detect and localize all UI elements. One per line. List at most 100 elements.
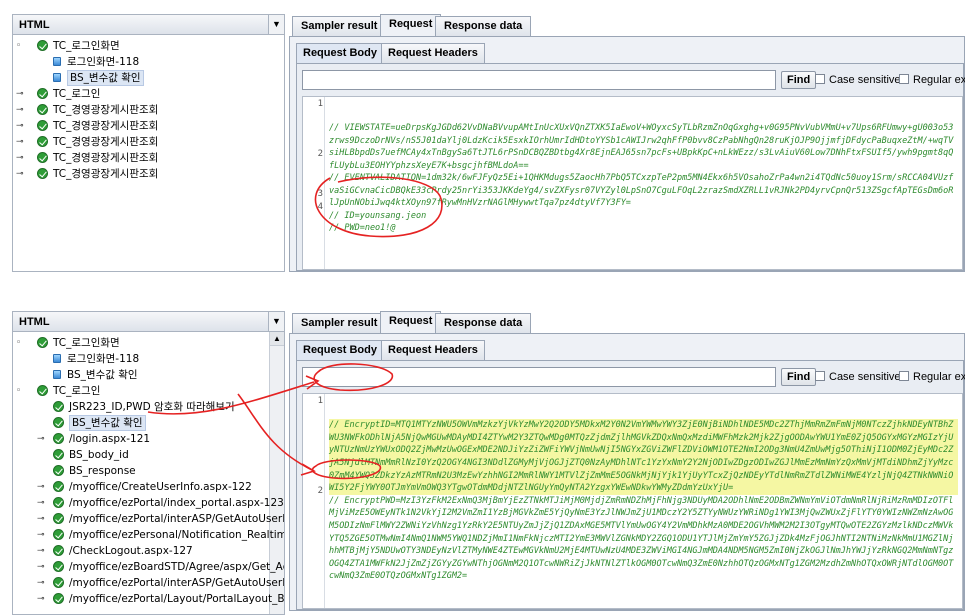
tree-node[interactable]: ⊸ TC_경영광장게시판조회	[13, 134, 284, 150]
tree-node-label: /myoffice/ezPersonal/Notification_Realti…	[69, 529, 285, 541]
tree-node-label: TC_경영광장게시판조회	[53, 104, 159, 116]
tree-node-label: /myoffice/CreateUserInfo.aspx-122	[69, 481, 252, 493]
search-input[interactable]	[302, 70, 776, 90]
sampler-icon	[53, 354, 61, 363]
tree-node-label: /myoffice/ezPortal/interASP/GetAutoUserL…	[69, 577, 285, 589]
tree-node-label: /myoffice/ezPortal/Layout/PortalLayout_B…	[69, 593, 285, 605]
expand-toggle-icon[interactable]: ◦	[16, 383, 24, 399]
tree-node[interactable]: ◦ TC_로그인	[13, 383, 284, 399]
expand-toggle-icon[interactable]: ⊸	[37, 543, 45, 559]
expand-toggle-icon[interactable]: ⊸	[16, 118, 24, 134]
tree-node-selected[interactable]: BS_변수값 확인	[13, 415, 284, 431]
check-icon	[53, 481, 64, 492]
tree-node[interactable]: ⊸ TC_로그인	[13, 86, 284, 102]
tree-node[interactable]: ⊸ /myoffice/ezPortal/index_portal.aspx-12…	[13, 495, 284, 511]
check-icon	[53, 497, 64, 508]
check-icon	[37, 337, 48, 348]
request-body-editor[interactable]: 1 2 3 4 // VIEWSTATE=ueDrpsKgJGDd62VvDNa…	[302, 96, 963, 270]
regular-exp-checkbox[interactable]: Regular exp.	[899, 74, 965, 88]
tree-body: ◦ TC_로그인화면 로그인화면-118 BS_변수값 확인 ◦ TC_로그인 JS…	[13, 332, 284, 607]
chevron-down-icon[interactable]: ▼	[268, 312, 284, 331]
regular-exp-checkbox[interactable]: Regular ex	[899, 371, 965, 385]
case-sensitive-label: Case sensitive	[829, 371, 901, 383]
tab-request[interactable]: Request	[380, 14, 442, 36]
result-tabs: Sampler result Request Response data	[289, 14, 965, 36]
tree-node[interactable]: BS_변수값 확인	[13, 367, 284, 383]
expand-toggle-icon[interactable]: ⊸	[37, 575, 45, 591]
tab-response-data[interactable]: Response data	[435, 313, 532, 333]
request-body-editor[interactable]: 1 2 // EncryptID=MTQ1MTYzNWU5OWVmMzkzYjV…	[302, 393, 963, 609]
tab-request-body[interactable]: Request Body	[296, 43, 384, 63]
tree-node-label: /myoffice/ezPortal/interASP/GetAutoUserL…	[69, 513, 285, 525]
tree-header[interactable]: HTML ▼	[13, 15, 284, 35]
tree-node[interactable]: ⊸ /login.aspx-121	[13, 431, 284, 447]
bottom-screenshot-panel: HTML ▼ ▲ ◦ TC_로그인화면 로그인화면-118 BS_변수값 확인 ◦…	[0, 297, 965, 615]
expand-toggle-icon[interactable]: ⊸	[37, 511, 45, 527]
expand-toggle-icon[interactable]: ⊸	[37, 559, 45, 575]
expand-toggle-icon[interactable]: ⊸	[16, 166, 24, 182]
tree-node[interactable]: ⊸ TC_경영광장게시판조회	[13, 166, 284, 182]
tree-node[interactable]: 로그인화면-118	[13, 54, 284, 70]
tree-node[interactable]: BS_response	[13, 463, 284, 479]
find-button[interactable]: Find	[781, 368, 817, 386]
tree-node[interactable]: ◦ TC_로그인화면	[13, 38, 284, 54]
tab-sampler-result[interactable]: Sampler result	[292, 16, 387, 36]
tree-node-selected[interactable]: BS_변수값 확인	[13, 70, 284, 86]
expand-toggle-icon[interactable]: ⊸	[37, 431, 45, 447]
expand-toggle-icon[interactable]: ⊸	[16, 86, 24, 102]
expand-toggle-icon[interactable]: ⊸	[37, 495, 45, 511]
sampler-icon	[53, 57, 61, 66]
top-screenshot-panel: HTML ▼ ◦ TC_로그인화면 로그인화면-118 BS_변수값 확인 ⊸ TC…	[0, 0, 965, 272]
expand-toggle-icon[interactable]: ⊸	[16, 134, 24, 150]
tree-node-label: /myoffice/ezPortal/index_portal.aspx-123	[69, 497, 284, 509]
tree-body: ◦ TC_로그인화면 로그인화면-118 BS_변수값 확인 ⊸ TC_로그인 ⊸ T…	[13, 35, 284, 182]
tree-node-label: /myoffice/ezBoardSTD/Agree/aspx/Get_Agre	[69, 561, 285, 573]
tree-node[interactable]: ⊸ /myoffice/ezPersonal/Notification_Realt…	[13, 527, 284, 543]
tab-request[interactable]: Request	[380, 311, 442, 333]
tab-request-body[interactable]: Request Body	[296, 340, 384, 360]
tree-node[interactable]: ⊸ TC_경영광장게시판조회	[13, 102, 284, 118]
tree-node[interactable]: BS_body_id	[13, 447, 284, 463]
tab-sampler-result[interactable]: Sampler result	[292, 313, 387, 333]
expand-toggle-icon[interactable]: ⊸	[16, 102, 24, 118]
request-body-view: Find Case sensitive Regular exp. 1 2 3 4…	[296, 63, 965, 271]
expand-toggle-icon[interactable]: ◦	[16, 335, 24, 351]
tree-node[interactable]: ◦ TC_로그인화면	[13, 335, 284, 351]
expand-toggle-icon[interactable]: ⊸	[37, 591, 45, 607]
tree-node[interactable]: ⊸ /myoffice/ezBoardSTD/Agree/aspx/Get_Agr…	[13, 559, 284, 575]
line-number: 1	[317, 396, 323, 406]
tree-node[interactable]: JSR223_ID,PWD 암호화 따라해보기	[13, 399, 284, 415]
case-sensitive-checkbox[interactable]: Case sensitive	[815, 74, 901, 88]
tree-node[interactable]: ⊸ /myoffice/CreateUserInfo.aspx-122	[13, 479, 284, 495]
tab-request-headers[interactable]: Request Headers	[381, 340, 485, 360]
expand-toggle-icon[interactable]: ⊸	[37, 479, 45, 495]
tab-request-headers[interactable]: Request Headers	[381, 43, 485, 63]
tree-node[interactable]: ⊸ /myoffice/ezPortal/Layout/PortalLayout_…	[13, 591, 284, 607]
tab-response-data[interactable]: Response data	[435, 16, 532, 36]
case-sensitive-checkbox[interactable]: Case sensitive	[815, 371, 901, 385]
regular-exp-label: Regular ex	[913, 371, 965, 383]
search-input[interactable]	[302, 367, 776, 387]
line-number-gutter: 1 2 3 4	[303, 97, 325, 269]
expand-toggle-icon[interactable]: ⊸	[37, 527, 45, 543]
tree-node[interactable]: ⊸ /myoffice/ezPortal/interASP/GetAutoUser…	[13, 575, 284, 591]
tree-node[interactable]: ⊸ TC_경영광장게시판조회	[13, 118, 284, 134]
tree-node[interactable]: 로그인화면-118	[13, 351, 284, 367]
check-icon	[53, 465, 64, 476]
tree-header[interactable]: HTML ▼	[13, 312, 284, 332]
line-number: 4	[317, 202, 323, 212]
check-icon	[37, 152, 48, 163]
tree-node-label: TC_로그인화면	[53, 337, 120, 349]
request-panel: Request Body Request Headers Find Case s…	[289, 333, 965, 611]
result-tabs: Sampler result Request Response data	[289, 311, 965, 333]
check-icon	[53, 417, 64, 428]
tree-node[interactable]: ⊸ TC_경영광장게시판조회	[13, 150, 284, 166]
tree-node[interactable]: ⊸ /CheckLogout.aspx-127	[13, 543, 284, 559]
expand-toggle-icon[interactable]: ◦	[16, 38, 24, 54]
expand-toggle-icon[interactable]: ⊸	[16, 150, 24, 166]
check-icon	[53, 529, 64, 540]
find-button[interactable]: Find	[781, 71, 817, 89]
check-icon	[53, 593, 64, 604]
chevron-down-icon[interactable]: ▼	[268, 15, 284, 34]
tree-node[interactable]: ⊸ /myoffice/ezPortal/interASP/GetAutoUser…	[13, 511, 284, 527]
